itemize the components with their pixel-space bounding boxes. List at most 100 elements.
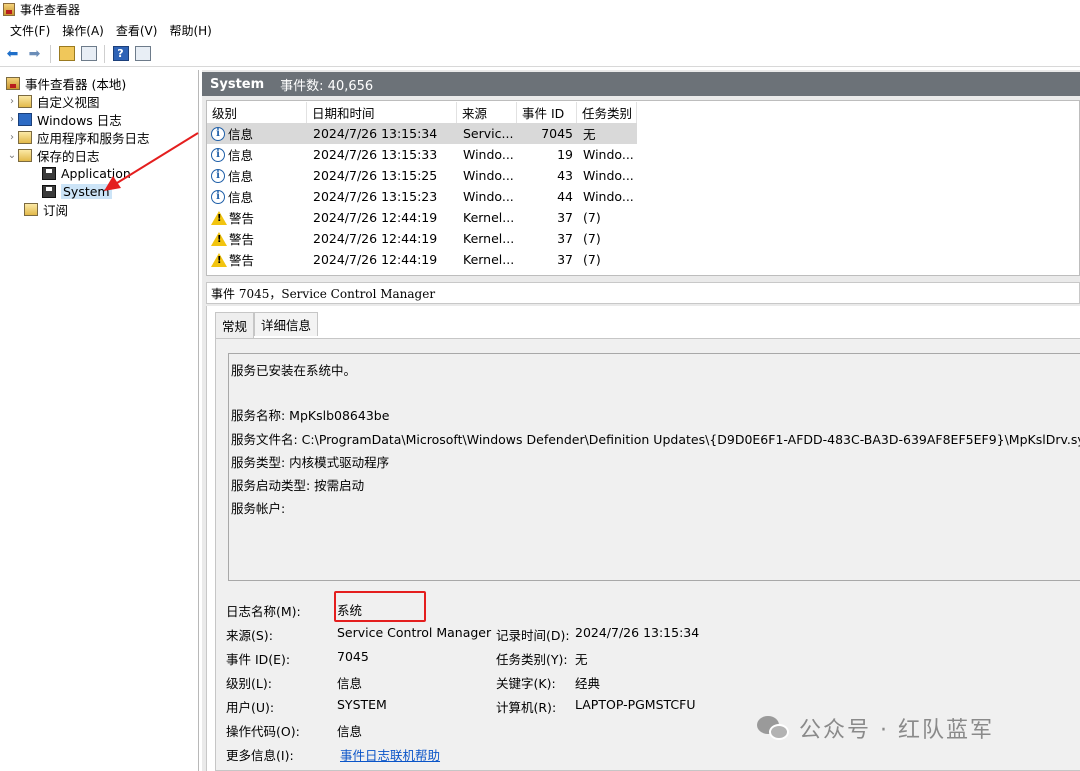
column-level[interactable]: 级别 [207, 101, 307, 123]
tree-item-system[interactable]: System [42, 182, 112, 200]
main-pane: System 事件数: 40,656 级别 日期和时间 来源 事件 ID 任务类… [202, 70, 1080, 771]
log-name-label: 日志名称(M): [226, 604, 301, 619]
table-row[interactable]: 警告 2024/7/26 12:44:19 Kernel... 37 (7) [207, 249, 1080, 270]
user-value: SYSTEM [337, 697, 387, 712]
chevron-right-icon[interactable]: › [6, 114, 18, 125]
saved-log-icon [42, 166, 56, 180]
tree-item-app-service-logs[interactable]: › 应用程序和服务日志 [6, 128, 150, 146]
table-row[interactable]: i 信息 2024/7/26 13:15:33 Windo... 19 Windo… [207, 144, 1080, 165]
toolbar-separator [104, 44, 105, 63]
event-id-label: 事件 ID(E): [226, 652, 291, 667]
tree-item-application[interactable]: Application [42, 164, 131, 182]
folder-icon [18, 130, 32, 144]
event-grid: 级别 日期和时间 来源 事件 ID 任务类别 i 信息 2024/7/26 13:… [206, 100, 1080, 276]
show-hide-tree-icon[interactable] [79, 44, 98, 63]
log-name: System [210, 76, 265, 92]
table-row[interactable]: i 信息 2024/7/26 13:15:34 Servic... 7045 无 [207, 123, 637, 144]
source-value: Service Control Manager [337, 625, 492, 640]
logged-label: 记录时间(D): [496, 628, 570, 643]
info-icon: i [211, 189, 225, 204]
subscriptions-icon [24, 202, 38, 216]
tab-details[interactable]: 详细信息 [254, 312, 319, 336]
task-category-value: 无 [575, 652, 588, 667]
window-title: 事件查看器 [20, 3, 81, 17]
task-category-label: 任务类别(Y): [496, 652, 568, 667]
table-row[interactable]: i 信息 2024/7/26 13:15:23 Windo... 44 Windo… [207, 186, 1080, 207]
chevron-right-icon[interactable]: › [6, 132, 18, 143]
forward-arrow-icon[interactable]: ➡ [25, 44, 44, 63]
info-icon: i [211, 168, 225, 183]
warning-icon [211, 210, 227, 225]
detail-tabs: 常规 详细信息 [215, 312, 319, 338]
column-source[interactable]: 来源 [457, 101, 517, 123]
event-id-value: 7045 [337, 649, 369, 664]
show-hide-action-pane-icon[interactable] [133, 44, 152, 63]
tree-item-custom-views[interactable]: › 自定义视图 [6, 92, 100, 110]
tree-item-subscriptions[interactable]: 订阅 [24, 200, 68, 218]
tab-general[interactable]: 常规 [215, 312, 255, 338]
column-event-id[interactable]: 事件 ID [517, 101, 577, 123]
table-row[interactable]: 警告 2024/7/26 12:44:19 Kernel... 37 (7) [207, 207, 1080, 228]
message-line: 服务类型: 内核模式驱动程序 [231, 455, 390, 470]
saved-log-icon [42, 184, 56, 198]
message-line: 服务帐户: [231, 501, 286, 516]
toolbar-separator [50, 44, 51, 63]
folder-icon [18, 94, 32, 108]
event-message-box[interactable]: 服务已安装在系统中。 服务名称: MpKslb08643be 服务文件名: C:… [228, 353, 1080, 581]
back-arrow-icon[interactable]: ⬅ [3, 44, 22, 63]
message-line: 服务启动类型: 按需启动 [231, 478, 365, 493]
tree-root[interactable]: 事件查看器 (本地) [6, 74, 126, 92]
info-icon: i [211, 126, 225, 141]
more-info-label: 更多信息(I): [226, 748, 294, 763]
chevron-down-icon[interactable]: ⌄ [6, 150, 18, 161]
highlight-box [334, 591, 426, 622]
level-label: 级别(L): [226, 676, 272, 691]
message-line: 服务已安装在系统中。 [231, 363, 357, 378]
menu-file[interactable]: 文件(F) [4, 22, 56, 39]
log-header: System 事件数: 40,656 [202, 72, 1080, 96]
event-viewer-icon [6, 76, 20, 90]
column-datetime[interactable]: 日期和时间 [307, 101, 457, 123]
menu-help[interactable]: 帮助(H) [163, 22, 217, 39]
keywords-value: 经典 [575, 676, 601, 691]
logged-value: 2024/7/26 13:15:34 [575, 625, 700, 640]
event-viewer-icon [3, 3, 15, 16]
general-tab-pane: 服务已安装在系统中。 服务名称: MpKslb08643be 服务文件名: C:… [215, 338, 1080, 771]
folder-icon [18, 148, 32, 162]
menu-view[interactable]: 查看(V) [110, 22, 164, 39]
windows-logs-icon [18, 112, 32, 126]
user-label: 用户(U): [226, 700, 275, 715]
source-label: 来源(S): [226, 628, 273, 643]
toolbar: ⬅ ➡ ? [0, 41, 1080, 67]
help-icon[interactable]: ? [111, 44, 130, 63]
message-line: 服务文件名: C:\ProgramData\Microsoft\Windows … [231, 432, 1080, 447]
computer-value: LAPTOP-PGMSTCFU [575, 697, 696, 712]
level-value: 信息 [337, 676, 363, 691]
menu-bar: 文件(F) 操作(A) 查看(V) 帮助(H) [0, 19, 1080, 41]
wechat-logo-icon [757, 714, 791, 742]
opcode-label: 操作代码(O): [226, 724, 300, 739]
more-info-link[interactable]: 事件日志联机帮助 [340, 745, 440, 764]
warning-icon [211, 252, 227, 267]
column-task-category[interactable]: 任务类别 [577, 101, 637, 123]
watermark: 公众号 · 红队蓝军 [757, 708, 994, 748]
tree-item-windows-logs[interactable]: › Windows 日志 [6, 110, 122, 128]
keywords-label: 关键字(K): [496, 676, 556, 691]
warning-icon [211, 231, 227, 246]
event-detail-title: 事件 7045，Service Control Manager [206, 282, 1080, 304]
up-folder-icon[interactable] [57, 44, 76, 63]
chevron-right-icon[interactable]: › [6, 96, 18, 107]
computer-label: 计算机(R): [496, 700, 557, 715]
menu-action[interactable]: 操作(A) [56, 22, 110, 39]
info-icon: i [211, 147, 225, 162]
title-bar: 事件查看器 [0, 0, 1080, 19]
message-line: 服务名称: MpKslb08643be [231, 408, 390, 423]
event-detail-panel: 常规 详细信息 服务已安装在系统中。 服务名称: MpKslb08643be 服… [206, 306, 1080, 771]
opcode-value: 信息 [337, 724, 363, 739]
table-row[interactable]: i 信息 2024/7/26 13:15:25 Windo... 43 Windo… [207, 165, 1080, 186]
tree-item-saved-logs[interactable]: ⌄ 保存的日志 [6, 146, 100, 164]
event-count: 事件数: 40,656 [280, 78, 374, 94]
navigation-tree: 事件查看器 (本地) › 自定义视图 › Windows 日志 › 应用程序和服… [0, 70, 199, 771]
table-row[interactable]: 警告 2024/7/26 12:44:19 Kernel... 37 (7) [207, 228, 1080, 249]
grid-header: 级别 日期和时间 来源 事件 ID 任务类别 [207, 101, 1080, 123]
